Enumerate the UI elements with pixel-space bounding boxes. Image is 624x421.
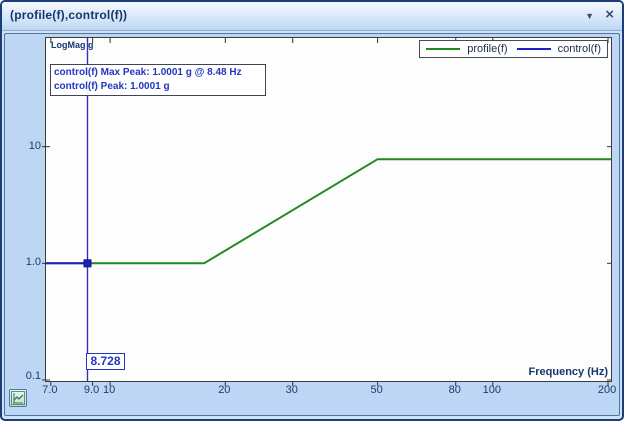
legend-item-control: control(f): [517, 43, 601, 55]
cursor-marker[interactable]: [84, 260, 91, 267]
peak-annotation-box: control(f) Max Peak: 1.0001 g @ 8.48 Hz …: [50, 64, 266, 96]
close-icon[interactable]: ×: [605, 6, 614, 23]
profile-line-swatch: [426, 48, 460, 50]
chevron-down-icon[interactable]: ▼: [585, 11, 594, 21]
x-tick-label: 100: [475, 384, 509, 396]
window-title: (profile(f),control(f)): [10, 8, 127, 22]
chart-panel: LogMag g profile(f) control(f) control(f…: [4, 33, 620, 416]
y-tick-label: 0.1: [9, 370, 41, 382]
x-tick-label: 30: [275, 384, 309, 396]
x-tick-label: 7.0: [33, 384, 67, 396]
y-tick-label: 1.0: [9, 256, 41, 268]
legend: profile(f) control(f): [419, 40, 608, 58]
x-tick-label: 80: [438, 384, 472, 396]
chart-thumbnail-icon: [11, 391, 25, 405]
legend-label-control: control(f): [558, 43, 601, 55]
cursor-frequency-readout[interactable]: 8.728: [86, 353, 124, 370]
plot-area[interactable]: LogMag g profile(f) control(f) control(f…: [45, 37, 612, 382]
series-profilef: [46, 159, 611, 263]
x-axis-label: Frequency (Hz): [529, 366, 608, 378]
x-tick-label: 200: [590, 384, 624, 396]
legend-label-profile: profile(f): [467, 43, 507, 55]
x-tick-label: 20: [207, 384, 241, 396]
legend-item-profile: profile(f): [426, 43, 507, 55]
y-axis-units-label: LogMag g: [51, 40, 94, 50]
chart-thumbnail-button[interactable]: [9, 389, 27, 407]
title-bar: (profile(f),control(f)) ▼ ×: [2, 2, 622, 31]
peak-text: control(f) Peak: 1.0001 g: [54, 80, 262, 94]
max-peak-text: control(f) Max Peak: 1.0001 g @ 8.48 Hz: [54, 66, 262, 80]
control-line-swatch: [517, 48, 551, 50]
plot-window: (profile(f),control(f)) ▼ × LogMag g pro…: [0, 0, 624, 421]
x-tick-label: 50: [360, 384, 394, 396]
x-tick-label: 10: [92, 384, 126, 396]
y-tick-label: 10: [9, 140, 41, 152]
